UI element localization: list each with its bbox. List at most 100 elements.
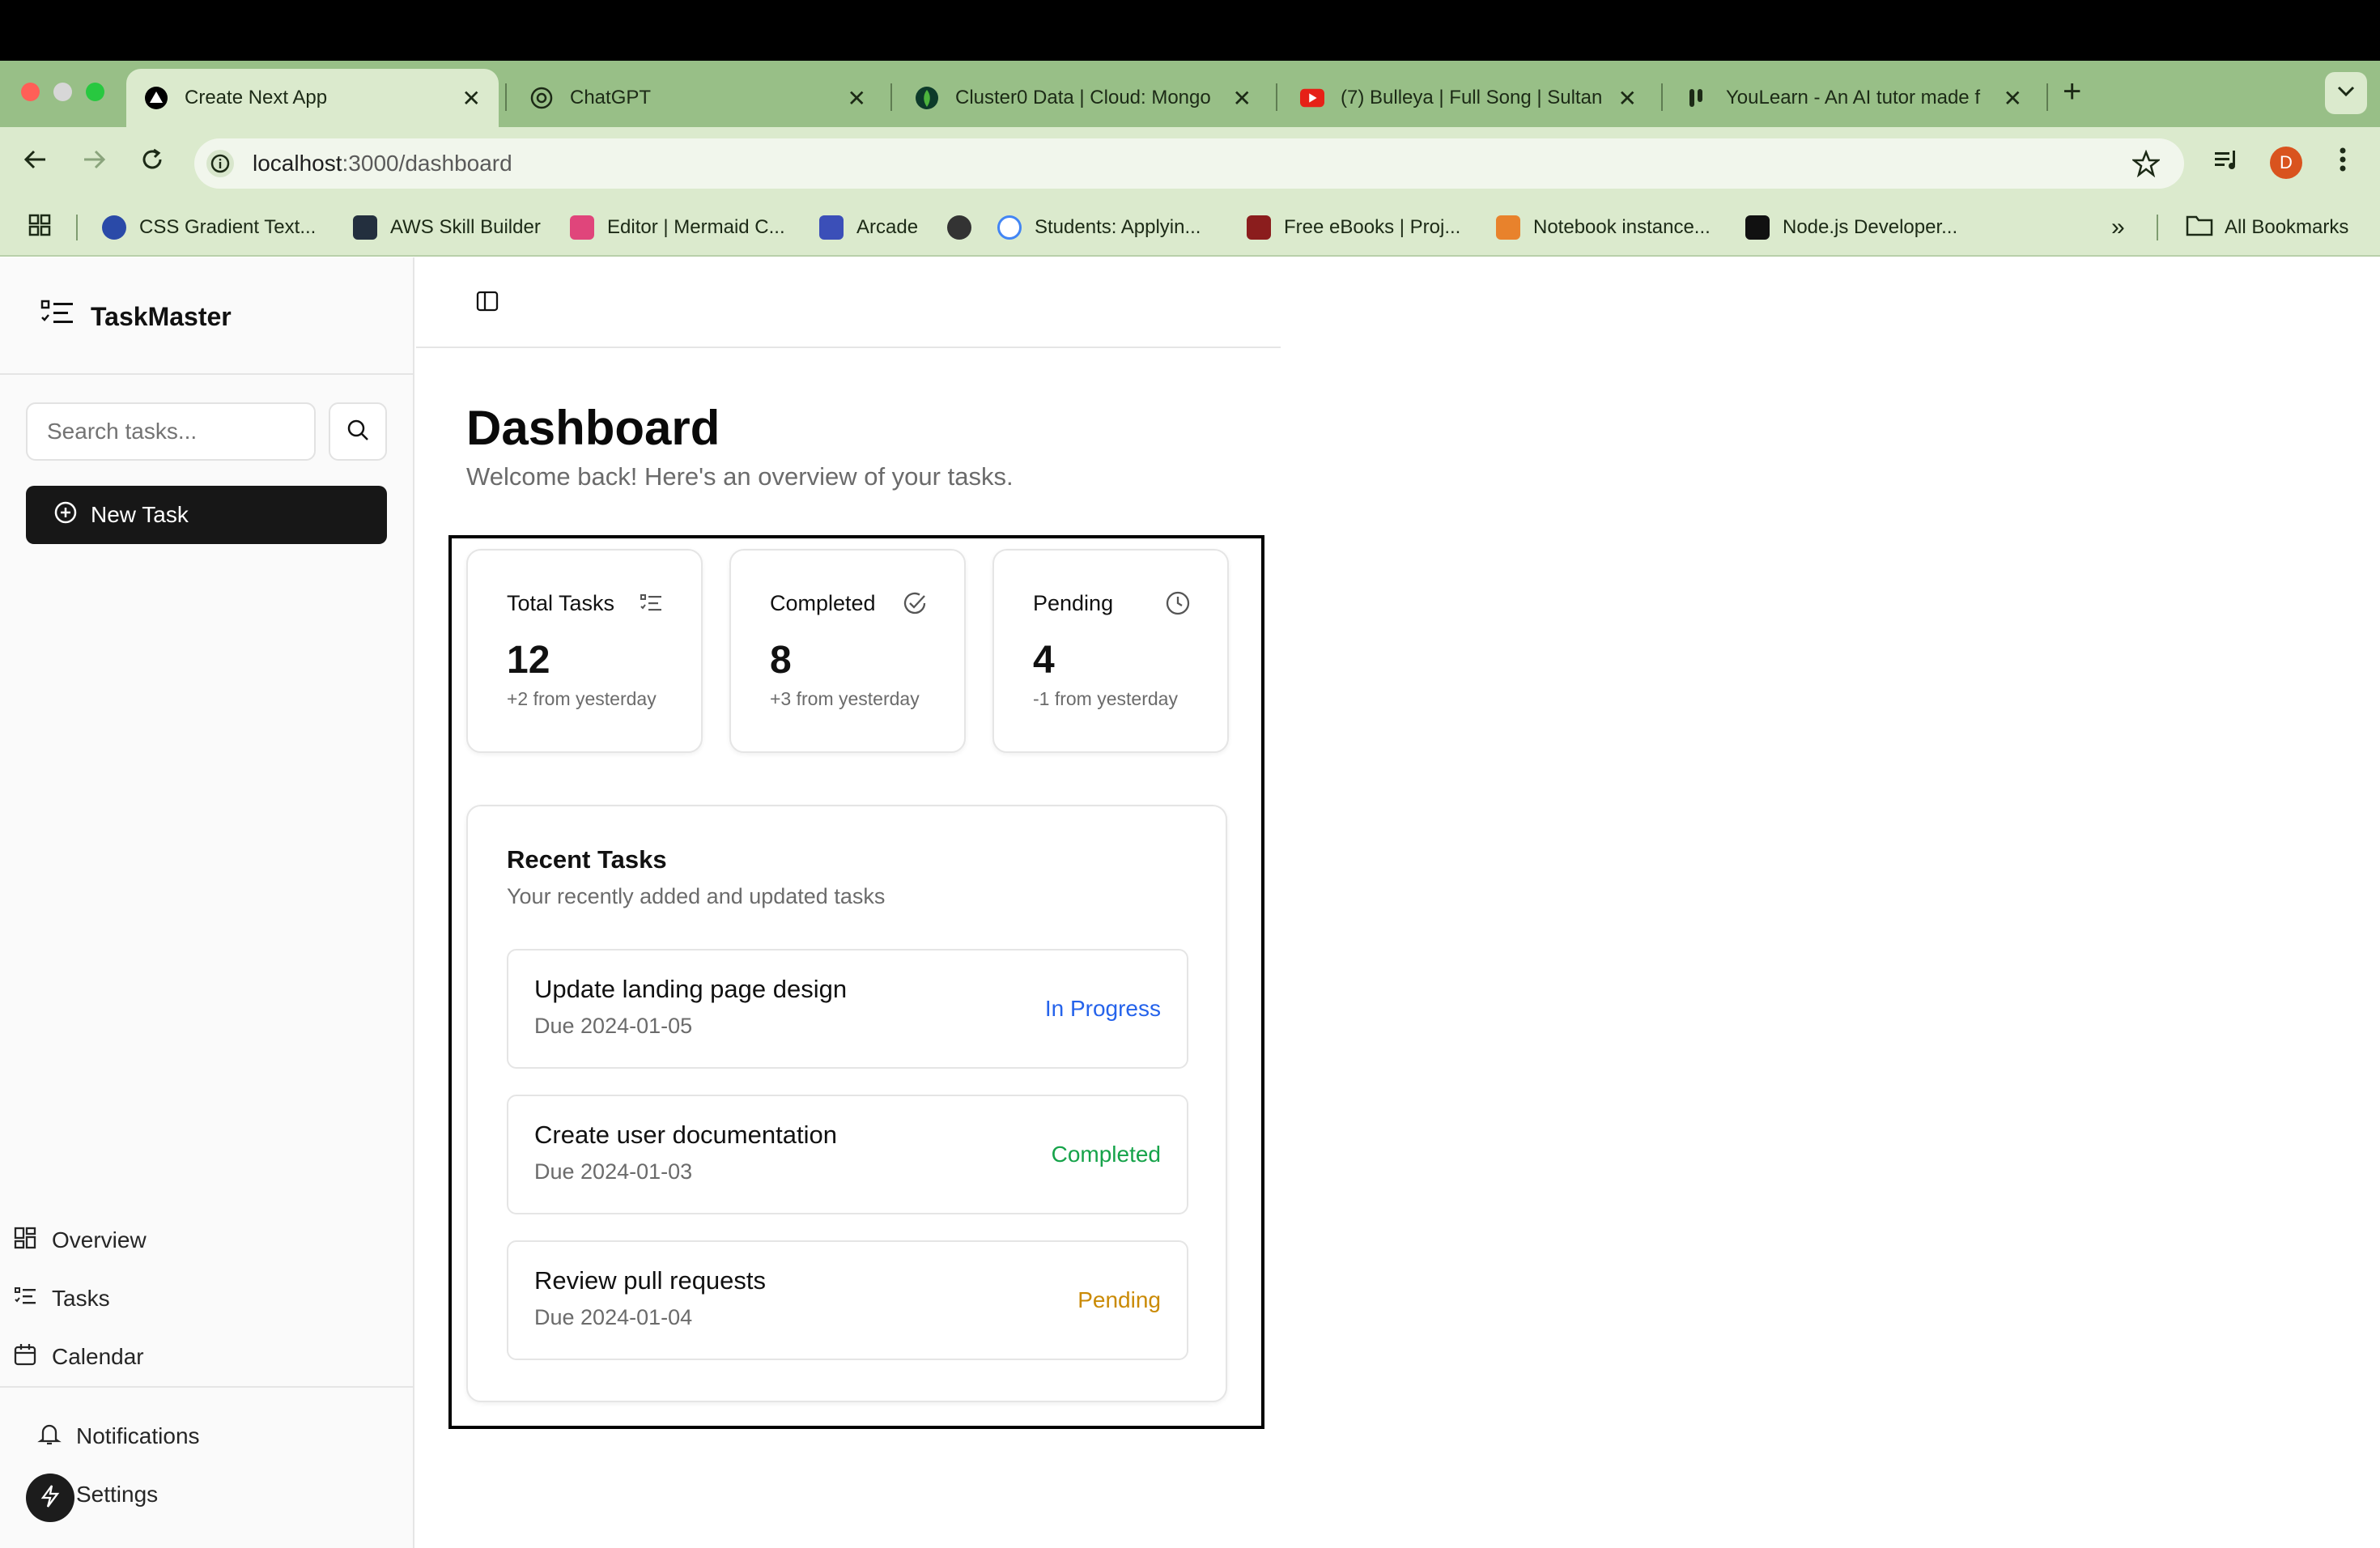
brand[interactable]: TaskMaster	[40, 300, 232, 334]
bookmark-gutenberg[interactable]: Free eBooks | Proj...	[1247, 213, 1460, 242]
tab-title: (7) Bulleya | Full Song | Sultan	[1341, 87, 1603, 108]
bookmarks-bar: CSS Gradient Text... AWS Skill Builder E…	[0, 198, 2380, 257]
bookmark-google[interactable]: Students: Applyin...	[997, 213, 1201, 242]
stat-value: 4	[1033, 639, 1055, 682]
bookmark-sagemaker[interactable]: Notebook instance...	[1496, 213, 1711, 242]
tab-create-next-app[interactable]: Create Next App ✕	[126, 69, 499, 127]
stat-change: +3 from yesterday	[770, 688, 920, 709]
task-row[interactable]: Review pull requests Due 2024-01-04 Pend…	[507, 1240, 1188, 1360]
sidebar-toggle-button[interactable]	[471, 287, 504, 319]
more-bookmarks-button[interactable]: »	[2111, 213, 2125, 242]
search-icon	[346, 418, 370, 446]
dev-tools-button[interactable]	[26, 1474, 74, 1522]
reload-icon	[139, 147, 165, 180]
bookmark-nodejs[interactable]: Node.js Developer...	[1745, 213, 1957, 242]
bookmark-star-icon[interactable]	[2131, 149, 2161, 181]
nextjs-icon	[144, 86, 168, 110]
bookmark-mermaid[interactable]: Editor | Mermaid C...	[570, 213, 785, 242]
page-subtitle: Welcome back! Here's an overview of your…	[466, 462, 1014, 491]
close-tab-icon[interactable]: ✕	[462, 85, 481, 112]
clock-icon	[1164, 589, 1192, 617]
browser-toolbar: localhost:3000/dashboard D	[0, 127, 2380, 198]
url-host: localhost	[253, 151, 342, 176]
bookmark-css-gradient[interactable]: CSS Gradient Text...	[102, 213, 316, 242]
aws-icon	[353, 215, 377, 240]
bookmark-globe[interactable]	[947, 213, 971, 242]
stat-value: 12	[507, 639, 550, 682]
bookmark-aws[interactable]: AWS Skill Builder	[353, 213, 541, 242]
chevron-down-icon	[2337, 86, 2355, 101]
status-badge: Pending	[1077, 1287, 1161, 1312]
stat-label: Completed	[770, 591, 876, 615]
css-gradient-icon	[102, 215, 126, 240]
sidebar-item-overview[interactable]: Overview	[13, 1221, 147, 1260]
back-button[interactable]	[18, 145, 53, 181]
task-row[interactable]: Create user documentation Due 2024-01-03…	[507, 1095, 1188, 1214]
close-tab-icon[interactable]: ✕	[1233, 85, 1252, 112]
panel-left-icon	[475, 289, 499, 317]
recent-tasks-card: Recent Tasks Your recently added and upd…	[466, 805, 1227, 1402]
apps-button[interactable]	[28, 213, 52, 242]
search-input[interactable]	[26, 402, 316, 461]
task-due-date: Due 2024-01-03	[534, 1159, 693, 1184]
grid-icon	[13, 1226, 52, 1256]
new-task-button[interactable]: New Task	[26, 486, 387, 544]
bookmark-arcade[interactable]: Arcade	[819, 213, 918, 242]
list-icon	[13, 1284, 52, 1314]
youlearn-icon	[1685, 86, 1710, 110]
search-button[interactable]	[329, 402, 387, 461]
all-bookmarks-button[interactable]: All Bookmarks	[2186, 213, 2348, 242]
tab-title: YouLearn - An AI tutor made f	[1726, 87, 1980, 108]
task-due-date: Due 2024-01-05	[534, 1014, 693, 1038]
url-path: :3000/dashboard	[342, 151, 512, 176]
tab-mongodb[interactable]: Cluster0 Data | Cloud: Mongo ✕	[897, 69, 1269, 127]
stat-card-completed: Completed 8 +3 from yesterday	[729, 549, 966, 753]
sidebar-item-calendar[interactable]: Calendar	[13, 1337, 144, 1376]
tab-chatgpt[interactable]: ChatGPT ✕	[512, 69, 884, 127]
arcade-icon	[819, 215, 844, 240]
plus-circle-icon	[53, 500, 91, 530]
sidebar-item-notifications[interactable]: Notifications	[37, 1417, 200, 1456]
close-window-button[interactable]	[21, 83, 40, 101]
forward-button[interactable]	[76, 145, 112, 181]
minimize-window-button[interactable]	[53, 83, 72, 101]
browser-tab-bar: Create Next App ✕ ChatGPT ✕ Cluster0 Dat…	[0, 61, 2380, 127]
sidebar-item-tasks[interactable]: Tasks	[13, 1279, 110, 1318]
page-title: Dashboard	[466, 401, 720, 455]
site-info-icon[interactable]	[206, 149, 235, 182]
task-name: Update landing page design	[534, 975, 848, 1003]
tab-youtube[interactable]: (7) Bulleya | Full Song | Sultan ✕	[1282, 69, 1655, 127]
globe-icon	[947, 215, 971, 240]
tab-title: Cluster0 Data | Cloud: Mongo	[955, 87, 1211, 108]
sidebar: TaskMaster New Task Overview Tasks Calen…	[0, 257, 414, 1548]
tab-search-button[interactable]	[2325, 72, 2367, 114]
tab-title: Create Next App	[185, 87, 328, 108]
calendar-icon	[13, 1342, 52, 1372]
address-bar[interactable]: localhost:3000/dashboard	[194, 138, 2184, 189]
close-tab-icon[interactable]: ✕	[848, 85, 866, 112]
media-control-button[interactable]	[2208, 145, 2244, 181]
sagemaker-icon	[1496, 215, 1520, 240]
new-tab-button[interactable]: +	[2063, 74, 2081, 110]
tab-title: ChatGPT	[570, 87, 652, 108]
mermaid-icon	[570, 215, 594, 240]
list-check-icon	[638, 589, 665, 617]
close-tab-icon[interactable]: ✕	[2004, 85, 2022, 112]
task-name: Create user documentation	[534, 1121, 837, 1149]
tab-youlearn[interactable]: YouLearn - An AI tutor made f ✕	[1668, 69, 2040, 127]
task-due-date: Due 2024-01-04	[534, 1305, 693, 1329]
more-vertical-icon	[2339, 147, 2347, 180]
profile-avatar[interactable]: D	[2270, 147, 2302, 179]
reload-button[interactable]	[134, 145, 170, 181]
folder-icon	[2186, 214, 2213, 242]
brand-name: TaskMaster	[91, 301, 232, 331]
stat-value: 8	[770, 639, 792, 682]
close-tab-icon[interactable]: ✕	[1618, 85, 1637, 112]
stat-card-total: Total Tasks 12 +2 from yesterday	[466, 549, 703, 753]
maximize-window-button[interactable]	[86, 83, 104, 101]
arrow-left-icon	[23, 147, 49, 180]
task-name: Review pull requests	[534, 1266, 767, 1295]
browser-menu-button[interactable]	[2325, 145, 2361, 181]
task-row[interactable]: Update landing page design Due 2024-01-0…	[507, 949, 1188, 1069]
lightning-icon	[40, 1484, 61, 1512]
